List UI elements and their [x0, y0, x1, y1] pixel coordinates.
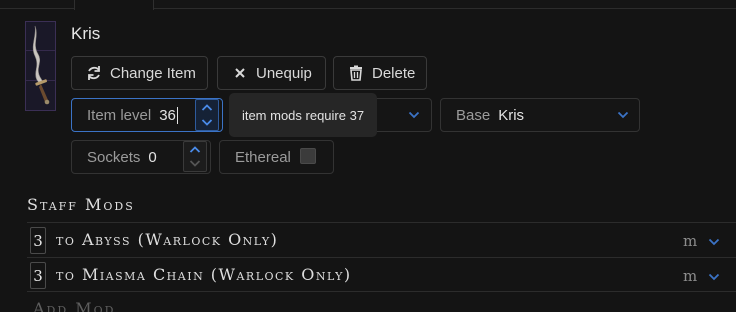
item-level-label: Item level	[87, 106, 152, 124]
mod-row[interactable]: 3 to Miasma Chain (Warlock Only) m	[27, 257, 736, 292]
staff-mods-heading: Staff Mods	[27, 195, 135, 214]
base-label: Base	[456, 106, 491, 124]
item-image	[25, 21, 56, 111]
sockets-label: Sockets	[87, 148, 141, 166]
delete-label: Delete	[372, 64, 416, 82]
change-item-label: Change Item	[110, 64, 196, 82]
unequip-button[interactable]: Unequip	[217, 56, 326, 90]
item-mods-tooltip: item mods require 37	[229, 93, 377, 137]
item-name: Kris	[71, 24, 101, 43]
change-item-button[interactable]: Change Item	[71, 56, 208, 90]
item-level-input[interactable]: 36	[159, 107, 176, 124]
add-mod-button[interactable]: Add Mod	[33, 299, 116, 312]
kris-dagger-icon	[32, 25, 50, 105]
base-value: Kris	[498, 106, 525, 124]
ethereal-checkbox[interactable]	[300, 148, 316, 164]
mod-badge[interactable]: m	[683, 232, 697, 250]
mod-text: to Abyss (Warlock Only)	[56, 230, 279, 249]
item-level-stepper[interactable]	[195, 99, 219, 131]
unequip-label: Unequip	[256, 64, 312, 82]
close-icon	[232, 65, 248, 81]
chevron-down-icon[interactable]	[708, 238, 720, 246]
mod-badge[interactable]: m	[683, 267, 697, 285]
text-cursor	[176, 106, 178, 124]
decrement-icon[interactable]	[189, 159, 201, 168]
trash-icon	[348, 65, 364, 81]
increment-icon[interactable]	[201, 103, 213, 112]
chevron-down-icon[interactable]	[408, 111, 420, 119]
sockets-input[interactable]: 0	[148, 149, 156, 166]
chevron-down-icon[interactable]	[617, 111, 629, 119]
mod-value-input[interactable]: 3	[30, 227, 46, 254]
active-tab[interactable]	[74, 0, 154, 10]
mod-row[interactable]: 3 to Abyss (Warlock Only) m	[27, 222, 736, 257]
decrement-icon[interactable]	[201, 118, 213, 127]
ethereal-label: Ethereal	[235, 148, 291, 166]
chevron-down-icon[interactable]	[708, 273, 720, 281]
mod-value-input[interactable]: 3	[30, 262, 46, 289]
mod-text: to Miasma Chain (Warlock Only)	[56, 265, 352, 284]
increment-icon[interactable]	[189, 145, 201, 154]
sockets-stepper[interactable]	[183, 141, 207, 172]
refresh-icon	[86, 65, 102, 81]
delete-button[interactable]: Delete	[333, 56, 427, 90]
ethereal-field[interactable]: Ethereal	[219, 140, 334, 174]
base-select[interactable]: Base Kris	[440, 98, 640, 132]
